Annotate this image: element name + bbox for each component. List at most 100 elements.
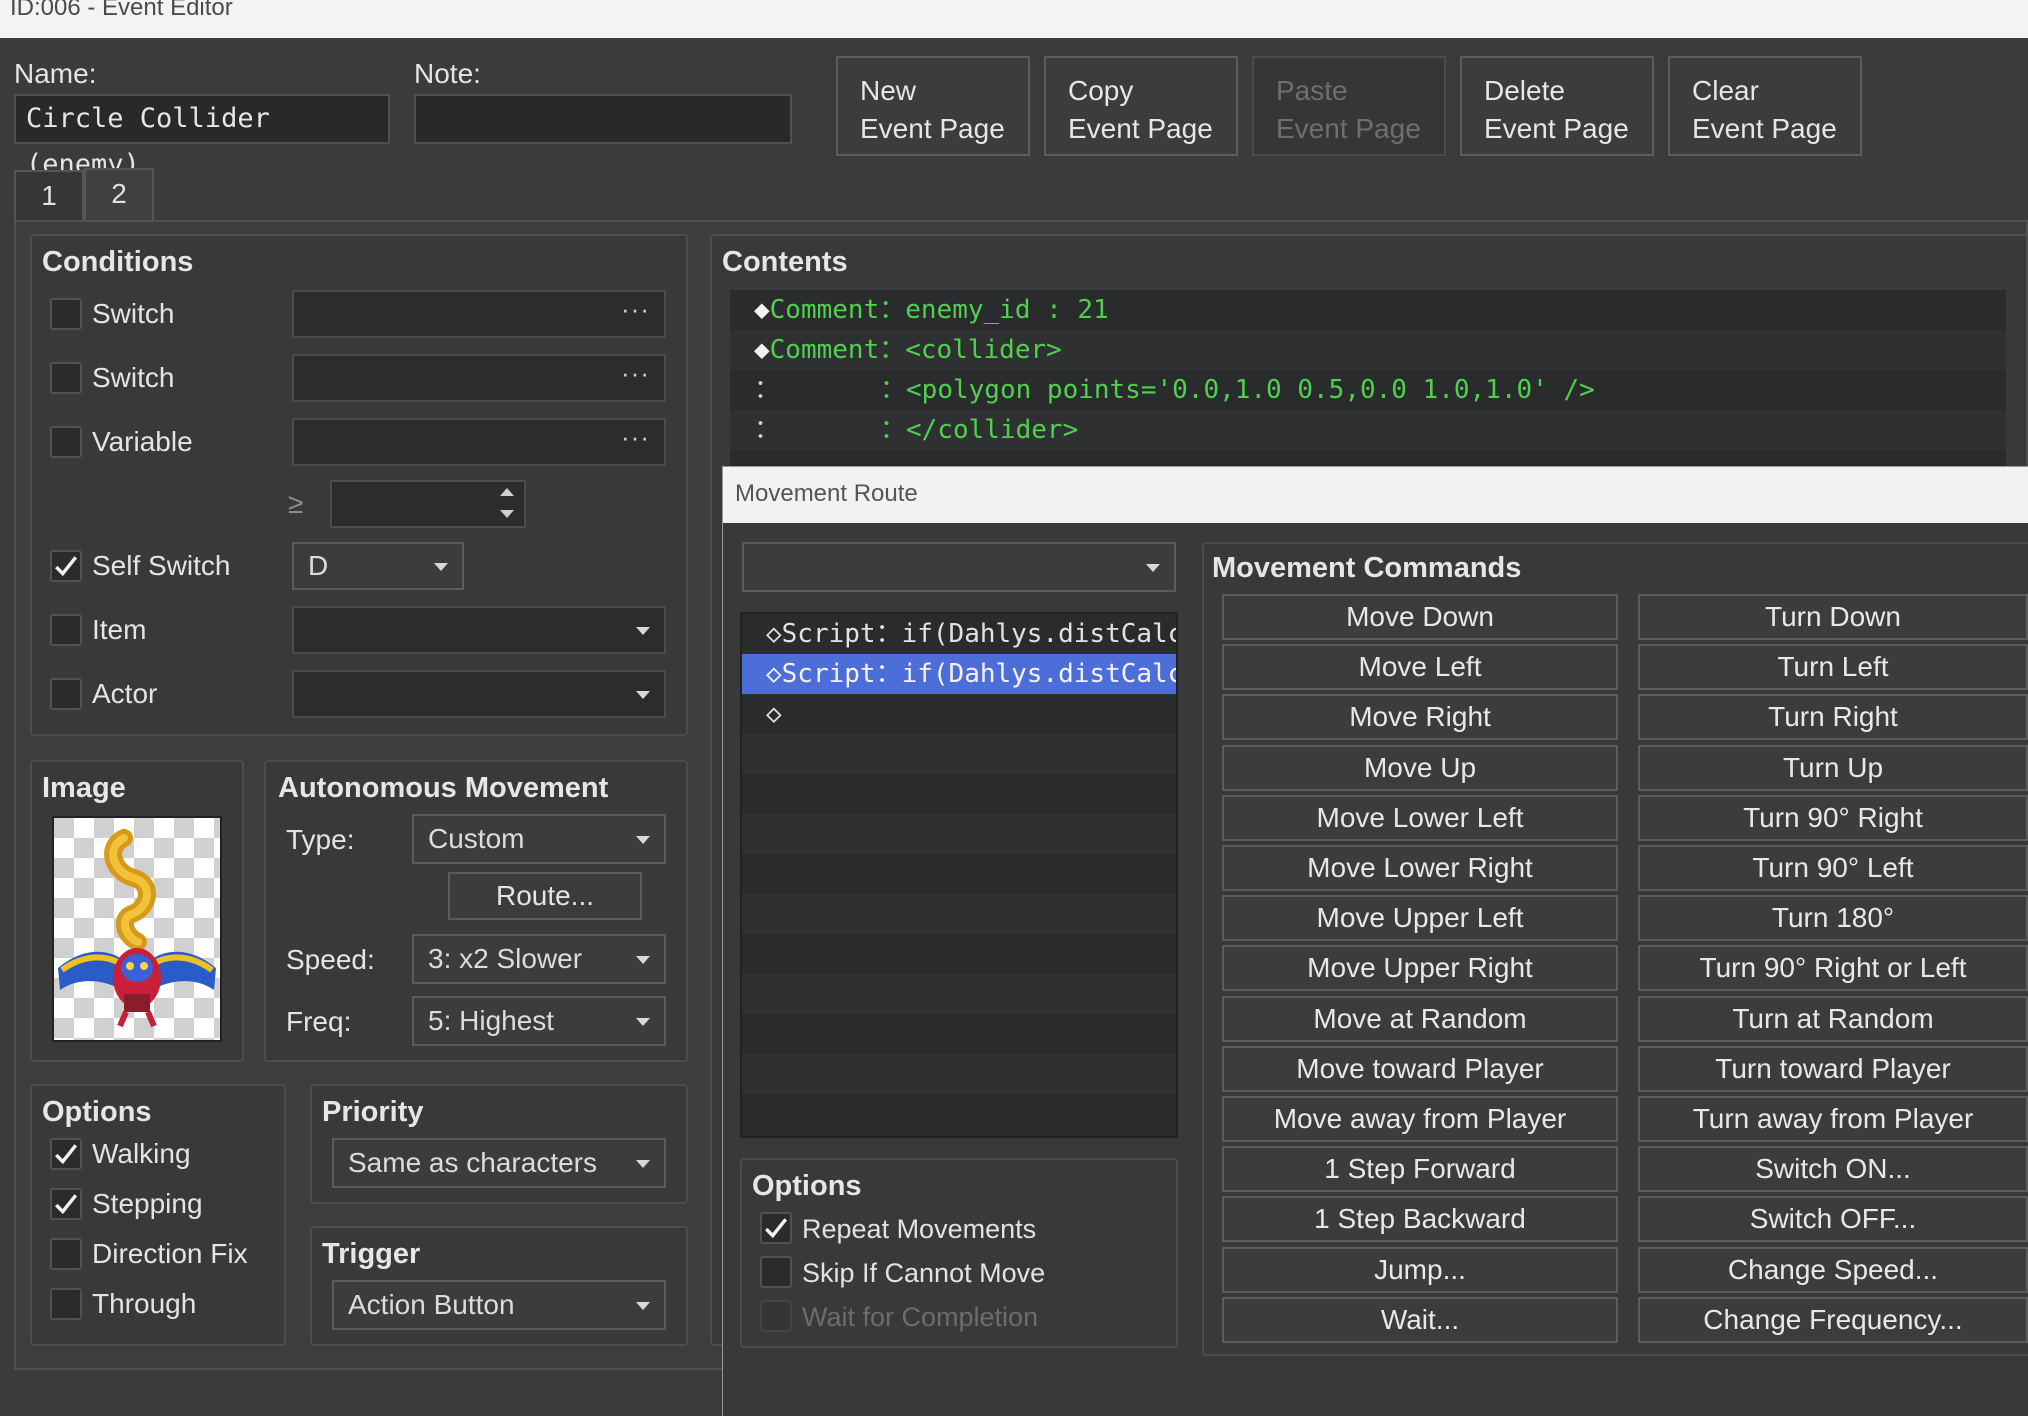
chevron-down-icon <box>636 836 650 844</box>
route-row[interactable]: ◇Script：if(Dahlys.distCalc··· <box>742 614 1176 654</box>
movement-command-button[interactable]: Turn 90° Right <box>1638 795 2028 841</box>
movement-type-dropdown[interactable]: Custom <box>412 814 666 864</box>
copy-event-page-line2: Event Page <box>1068 113 1213 144</box>
tab-page-1[interactable]: 1 <box>14 170 84 222</box>
name-input[interactable]: Circle Collider (enemy) <box>14 94 390 180</box>
movement-command-button[interactable]: Turn Left <box>1638 644 2028 690</box>
route-target-dropdown[interactable] <box>742 542 1176 592</box>
stepping-checkbox[interactable] <box>50 1188 82 1220</box>
command-row[interactable]: ：：<polygon points='0.0,1.0 0.5,0.0 1.0,1… <box>730 370 2006 410</box>
route-row[interactable]: ◇ <box>742 694 1176 734</box>
switch2-ellipsis: ··· <box>621 358 650 388</box>
new-event-page-line1: New <box>860 75 917 106</box>
movement-command-button[interactable]: 1 Step Backward <box>1222 1196 1618 1242</box>
variable-label: Variable <box>92 426 193 457</box>
repeat-movements-checkbox[interactable] <box>760 1212 792 1244</box>
switch2-checkbox[interactable] <box>50 362 82 394</box>
walking-checkbox[interactable] <box>50 1138 82 1170</box>
priority-dropdown[interactable]: Same as characters <box>332 1138 666 1188</box>
new-event-page-button[interactable]: New Event Page <box>836 56 1030 156</box>
movement-command-button[interactable]: Move Right <box>1222 694 1618 740</box>
empty-row <box>742 774 1176 814</box>
chevron-down-icon <box>636 691 650 699</box>
chevron-down-icon <box>636 1160 650 1168</box>
variable-value-spinner[interactable] <box>330 480 526 528</box>
chevron-down-icon <box>636 1302 650 1310</box>
gte-symbol: ≥ <box>288 488 304 519</box>
variable-selector[interactable]: ··· <box>292 418 666 466</box>
self-switch-dropdown[interactable]: D <box>292 542 464 590</box>
movement-command-button[interactable]: Turn 180° <box>1638 895 2028 941</box>
event-commands-list[interactable]: ◆Comment：enemy_id : 21 ◆Comment：<collide… <box>730 290 2006 466</box>
spinner-up-icon[interactable] <box>500 488 514 496</box>
speed-dropdown[interactable]: 3: x2 Slower <box>412 934 666 984</box>
switch2-selector[interactable]: ··· <box>292 354 666 402</box>
item-checkbox[interactable] <box>50 614 82 646</box>
window-title: ID:006 - Event Editor <box>10 0 233 21</box>
command-separator: ： <box>879 295 906 325</box>
spinner-down-icon[interactable] <box>500 510 514 518</box>
movement-command-button[interactable]: 1 Step Forward <box>1222 1146 1618 1192</box>
actor-checkbox[interactable] <box>50 678 82 710</box>
frequency-dropdown[interactable]: 5: Highest <box>412 996 666 1046</box>
movement-command-button[interactable]: Move Lower Left <box>1222 795 1618 841</box>
self-switch-checkbox[interactable] <box>50 550 82 582</box>
movement-command-button[interactable]: Turn Up <box>1638 745 2028 791</box>
movement-command-button[interactable]: Turn 90° Right or Left <box>1638 945 2028 991</box>
movement-command-button[interactable]: Turn Down <box>1638 594 2028 640</box>
movement-command-button[interactable]: Move Upper Left <box>1222 895 1618 941</box>
clear-event-page-button[interactable]: Clear Event Page <box>1668 56 1862 156</box>
movement-command-button[interactable]: Move Down <box>1222 594 1618 640</box>
movement-command-button[interactable]: Switch OFF... <box>1638 1196 2028 1242</box>
actor-dropdown[interactable] <box>292 670 666 718</box>
movement-command-button[interactable]: Move away from Player <box>1222 1096 1618 1142</box>
direction-fix-checkbox[interactable] <box>50 1238 82 1270</box>
command-text: <collider> <box>905 335 1062 365</box>
movement-command-button[interactable]: Move Left <box>1222 644 1618 690</box>
movement-command-button[interactable]: Move Upper Right <box>1222 945 1618 991</box>
delete-event-page-button[interactable]: Delete Event Page <box>1460 56 1654 156</box>
variable-checkbox[interactable] <box>50 426 82 458</box>
movement-command-button[interactable]: Turn Right <box>1638 694 2028 740</box>
movement-command-button[interactable]: Wait... <box>1222 1297 1618 1343</box>
movement-command-button[interactable]: Move Lower Right <box>1222 845 1618 891</box>
note-label: Note: <box>414 58 481 89</box>
movement-command-button[interactable]: Jump... <box>1222 1247 1618 1293</box>
dragon-sprite-image <box>54 818 220 1040</box>
route-commands-list[interactable]: ◇Script：if(Dahlys.distCalc··· ◇Script：if… <box>740 612 1178 1138</box>
note-input[interactable] <box>414 94 792 144</box>
movement-command-button[interactable]: Turn toward Player <box>1638 1046 2028 1092</box>
switch1-checkbox[interactable] <box>50 298 82 330</box>
movement-command-button[interactable]: Move at Random <box>1222 996 1618 1042</box>
command-row[interactable]: ◆Comment：<collider> <box>730 330 2006 370</box>
movement-command-button[interactable]: Turn at Random <box>1638 996 2028 1042</box>
movement-command-button[interactable]: Switch ON... <box>1638 1146 2028 1192</box>
trigger-dropdown[interactable]: Action Button <box>332 1280 666 1330</box>
event-image[interactable] <box>52 816 222 1042</box>
switch1-selector[interactable]: ··· <box>292 290 666 338</box>
command-row[interactable]: ：：</collider> <box>730 410 2006 450</box>
route-row-selected[interactable]: ◇Script：if(Dahlys.distCalc··· <box>742 654 1176 694</box>
movement-command-button[interactable]: Change Frequency... <box>1638 1297 2028 1343</box>
trigger-value: Action Button <box>348 1289 515 1320</box>
paste-event-page-button[interactable]: Paste Event Page <box>1252 56 1446 156</box>
wait-for-completion-checkbox[interactable] <box>760 1300 792 1332</box>
movement-command-button[interactable]: Change Speed... <box>1638 1247 2028 1293</box>
item-dropdown[interactable] <box>292 606 666 654</box>
skip-if-cannot-move-checkbox[interactable] <box>760 1256 792 1288</box>
route-button[interactable]: Route... <box>448 872 642 920</box>
tab-page-2[interactable]: 2 <box>84 168 154 224</box>
delete-event-page-line2: Event Page <box>1484 113 1629 144</box>
command-name: Comment <box>769 295 880 325</box>
movement-command-button[interactable]: Move Up <box>1222 745 1618 791</box>
copy-event-page-button[interactable]: Copy Event Page <box>1044 56 1238 156</box>
movement-command-button[interactable]: Move toward Player <box>1222 1046 1618 1092</box>
command-separator: ： <box>880 375 907 405</box>
freq-label: Freq: <box>286 1006 352 1037</box>
movement-command-button[interactable]: Turn away from Player <box>1638 1096 2028 1142</box>
command-row[interactable]: ◆Comment：enemy_id : 21 <box>730 290 2006 330</box>
command-separator: ： <box>880 415 907 445</box>
movement-command-button[interactable]: Turn 90° Left <box>1638 845 2028 891</box>
through-checkbox[interactable] <box>50 1288 82 1320</box>
check-icon <box>55 1144 78 1165</box>
